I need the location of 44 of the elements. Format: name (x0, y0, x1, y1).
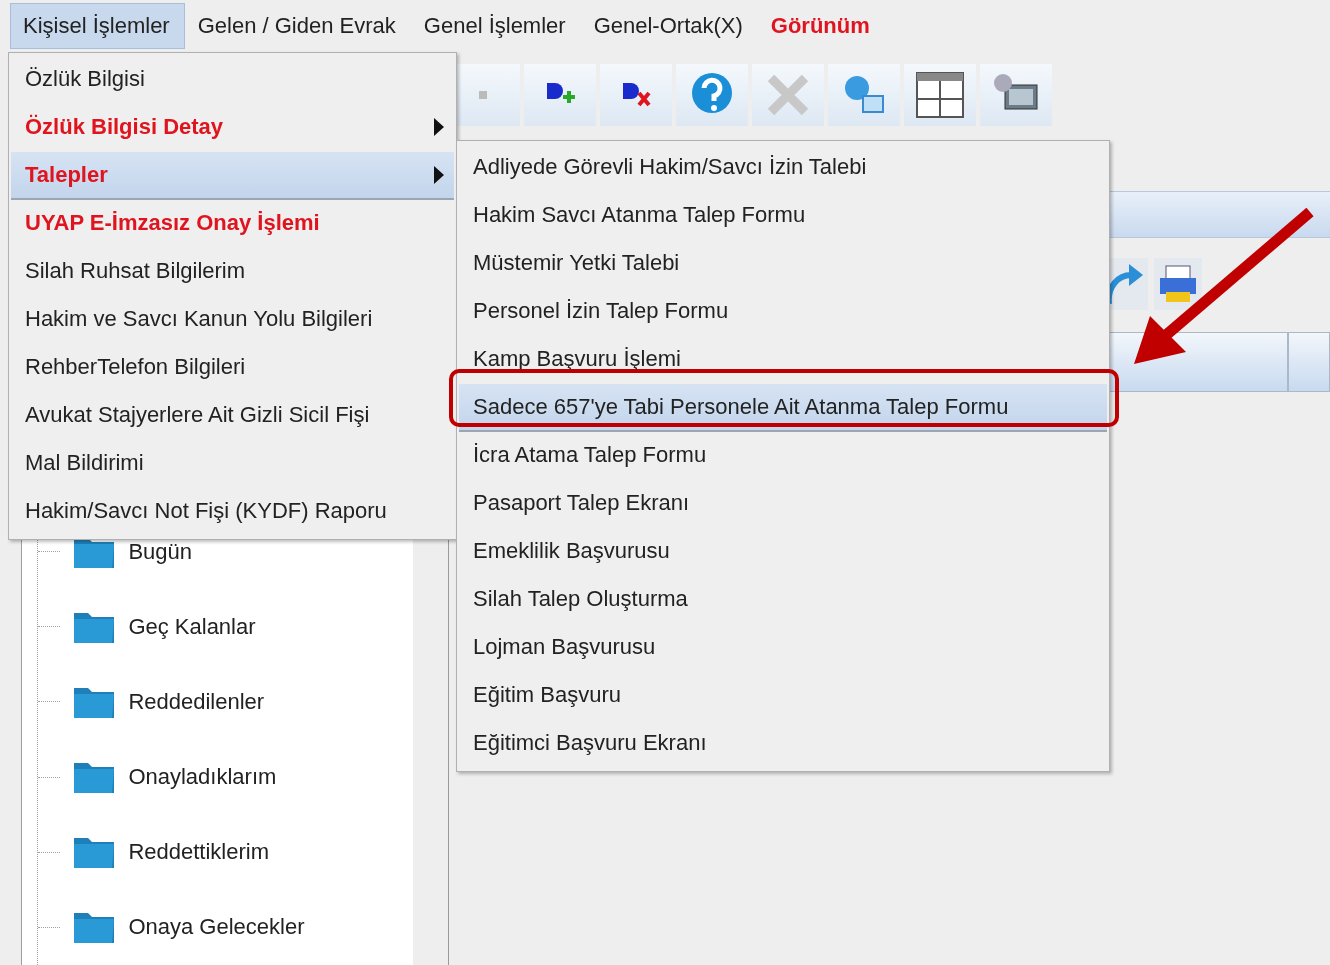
menu-bar-item[interactable]: Genel-Ortak(X) (580, 3, 758, 49)
column-header[interactable] (1288, 332, 1330, 392)
menu-item[interactable]: Mal Bildirimi (11, 440, 454, 488)
toolbar-button[interactable] (980, 64, 1052, 126)
close-icon (765, 72, 811, 118)
menu-item[interactable]: Avukat Stajyerlere Ait Gizli Sicil Fişi (11, 392, 454, 440)
tree-item[interactable]: Reddedilenler (128, 688, 265, 715)
menu-item[interactable]: Müstemir Yetki Talebi (459, 240, 1107, 288)
menu-item[interactable]: Silah Ruhsat Bilgilerim (11, 248, 454, 296)
menu-item[interactable]: Silah Talep Oluşturma (459, 576, 1107, 624)
tree-item[interactable]: Onaya Gelecekler (128, 914, 305, 941)
tree-item[interactable]: Reddettiklerim (128, 839, 269, 866)
menu-item[interactable]: Hakim ve Savcı Kanun Yolu Bilgileri (11, 296, 454, 344)
menu-item[interactable]: İcra Atama Talep Formu (459, 432, 1107, 480)
menu-item[interactable]: Pasaport Talep Ekranı (459, 480, 1107, 528)
submenu-arrow-icon (434, 166, 444, 184)
menu-item[interactable]: Emeklilik Başvurusu (459, 528, 1107, 576)
tree-item[interactable]: Bugün (128, 538, 192, 565)
tree-item[interactable]: Onayladıklarım (128, 764, 277, 791)
menu-item[interactable]: Talepler (11, 152, 454, 200)
toolbar-button[interactable] (600, 64, 672, 126)
menu-item[interactable]: UYAP E-İmzasız Onay İşlemi (11, 200, 454, 248)
menu-item[interactable]: Eğitim Başvuru (459, 672, 1107, 720)
menu-item[interactable]: Personel İzin Talep Formu (459, 288, 1107, 336)
toolbar-button[interactable] (904, 64, 976, 126)
menu-item[interactable]: Hakim Savcı Atanma Talep Formu (459, 192, 1107, 240)
menu-item[interactable]: Özlük Bilgisi (11, 56, 454, 104)
menu-bar-item[interactable]: Genel İşlemler (410, 3, 581, 49)
menu-item[interactable]: Eğitimci Başvuru Ekranı (459, 720, 1107, 768)
toolbar-button[interactable] (1154, 258, 1202, 310)
submenu-arrow-icon (434, 118, 444, 136)
menu-item[interactable]: Özlük Bilgisi Detay (11, 104, 454, 152)
menu-item[interactable]: Adliyede Görevli Hakim/Savcı İzin Talebi (459, 144, 1107, 192)
tree-item[interactable]: Geç Kalanlar (128, 613, 256, 640)
toolbar-button[interactable] (524, 64, 596, 126)
menu-bar-item[interactable]: Görünüm (757, 3, 885, 49)
menu-item[interactable]: RehberTelefon Bilgileri (11, 344, 454, 392)
menu-item[interactable]: Lojman Başvurusu (459, 624, 1107, 672)
menu-item[interactable]: Kamp Başvuru İşlemi (459, 336, 1107, 384)
menu-bar-item[interactable]: Gelen / Giden Evrak (184, 3, 411, 49)
calculator-icon (915, 71, 965, 119)
menu-item[interactable]: Sadece 657'ye Tabi Personele Ait Atanma Talep Formu (459, 384, 1107, 432)
menu-item[interactable]: Hakim/Savcı Not Fişi (KYDF) Raporu (11, 488, 454, 536)
menu-bar-item[interactable]: Kişisel İşlemler (10, 3, 185, 49)
